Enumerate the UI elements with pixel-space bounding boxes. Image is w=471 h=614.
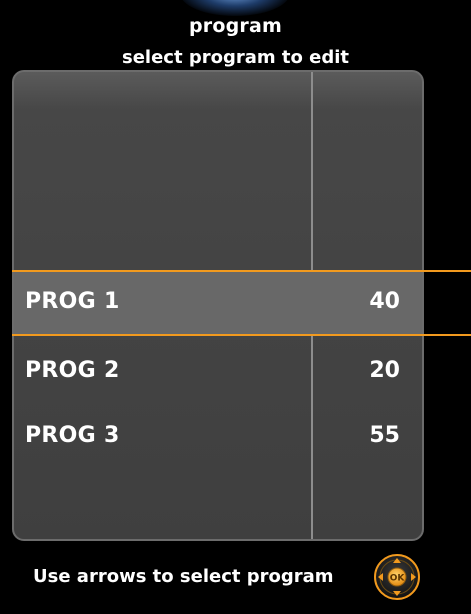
program-row-2[interactable]: PROG 2 20 [14,341,422,403]
program-name: PROG 1 [25,289,120,314]
program-value: 40 [369,289,400,314]
screen-subtitle: select program to edit [121,47,349,68]
program-value: 20 [369,358,400,383]
program-row-1[interactable]: PROG 1 40 [14,272,422,334]
footer-hint: Use arrows to select program [33,566,334,587]
screen-title: program [188,15,282,37]
dpad-ok-icon[interactable]: OK [373,553,421,601]
program-name: PROG 3 [25,423,120,448]
ok-label: OK [390,574,406,584]
program-row-3[interactable]: PROG 3 55 [14,406,422,468]
program-name: PROG 2 [25,358,120,383]
program-select-screen: program select program to edit PROG 1 40… [0,0,471,614]
header-glow [180,0,290,16]
program-value: 55 [369,423,400,448]
